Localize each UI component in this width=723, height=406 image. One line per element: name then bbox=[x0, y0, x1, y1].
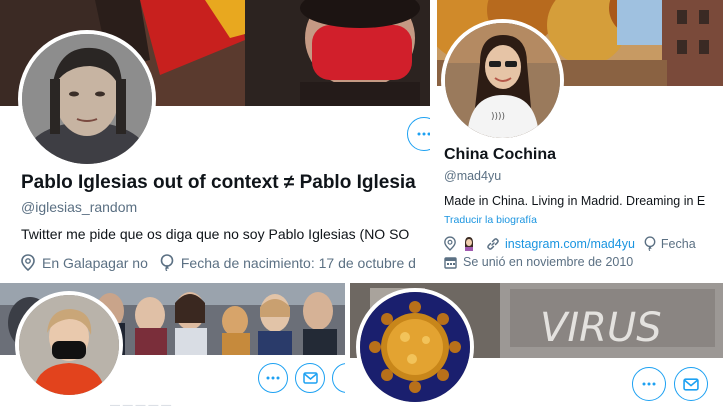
profile-website-link[interactable]: instagram.com/mad4yu bbox=[505, 237, 635, 251]
profile-meta-row: En Galapagar no Fecha de nacimiento: 17 … bbox=[21, 254, 416, 271]
more-options-button[interactable] bbox=[632, 367, 666, 401]
more-icon bbox=[417, 132, 430, 136]
character-icon bbox=[465, 237, 473, 251]
location-icon bbox=[21, 254, 35, 271]
profile-bio: Made in China. Living in Madrid. Dreamin… bbox=[444, 194, 706, 208]
profile-card-iglesias: Pablo Iglesias out of context ≠ Pablo Ig… bbox=[0, 0, 430, 283]
profile-birthdate: Fecha bbox=[660, 236, 696, 251]
avatar[interactable]: )))) bbox=[441, 19, 564, 142]
calendar-icon bbox=[444, 256, 457, 269]
profile-joined-row: Se unió en noviembre de 2010 bbox=[444, 255, 633, 269]
profile-birthdate: Fecha de nacimiento: 17 de octubre d bbox=[180, 254, 416, 271]
profile-card-politicians: — — — — — bbox=[0, 283, 345, 406]
profile-bio: Twitter me pide que os diga que no soy P… bbox=[21, 226, 410, 242]
message-button[interactable] bbox=[295, 363, 325, 393]
more-options-button[interactable] bbox=[258, 363, 288, 393]
profile-name: Pablo Iglesias out of context ≠ Pablo Ig… bbox=[21, 172, 416, 193]
balloon-icon bbox=[644, 236, 656, 251]
profile-joined-date: Se unió en noviembre de 2010 bbox=[463, 255, 634, 269]
more-icon bbox=[266, 376, 280, 380]
profile-card-virus: VIRUS bbox=[350, 283, 723, 406]
link-icon bbox=[487, 237, 499, 250]
translate-bio-link[interactable]: Traducir la biografía bbox=[444, 214, 537, 226]
avatar[interactable] bbox=[15, 291, 123, 399]
profile-name: China Cochina bbox=[444, 146, 557, 163]
more-options-button[interactable] bbox=[407, 117, 430, 151]
profile-meta-row: instagram.com/mad4yu Fecha bbox=[444, 236, 696, 251]
balloon-icon bbox=[160, 254, 174, 271]
avatar[interactable] bbox=[18, 30, 156, 168]
profile-card-china-cochina: )))) China Cochina @mad4yu Made in China… bbox=[437, 0, 723, 283]
profile-location: En Galapagar no bbox=[42, 254, 148, 271]
message-icon bbox=[302, 372, 318, 384]
avatar[interactable] bbox=[356, 288, 474, 406]
profile-handle: @iglesias_random bbox=[21, 199, 138, 215]
svg-text:VIRUS: VIRUS bbox=[540, 305, 662, 351]
follow-button-partial[interactable] bbox=[332, 363, 345, 393]
message-icon bbox=[683, 377, 699, 391]
location-icon bbox=[444, 236, 456, 251]
more-icon bbox=[642, 382, 656, 386]
svg-text:)))): )))) bbox=[491, 112, 505, 122]
faded-profile-text: — — — — — bbox=[110, 400, 172, 406]
message-button[interactable] bbox=[674, 367, 708, 401]
divider bbox=[430, 0, 437, 283]
profile-handle: @mad4yu bbox=[444, 169, 502, 183]
